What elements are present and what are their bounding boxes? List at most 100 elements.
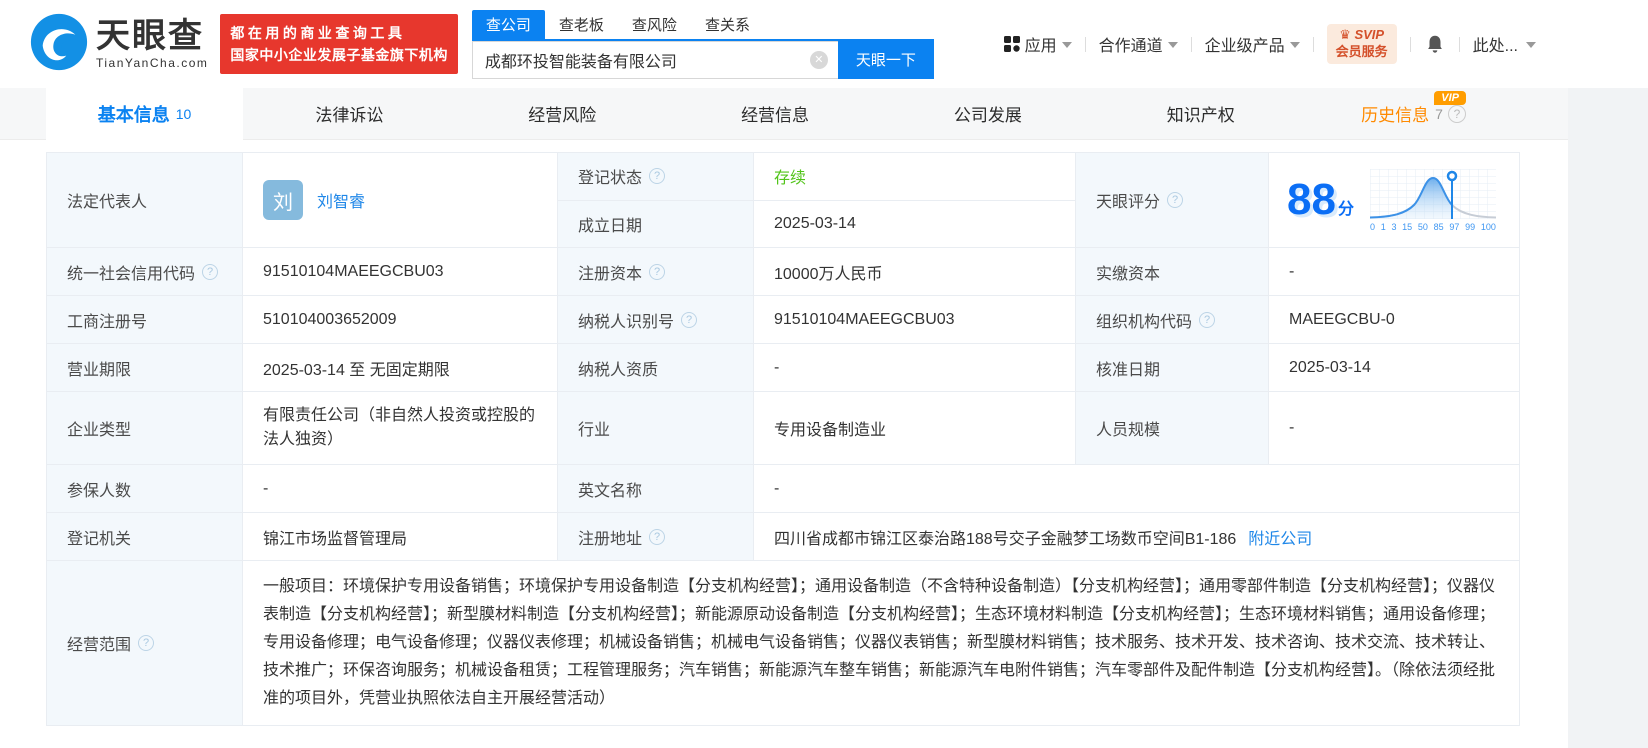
clear-search-icon[interactable]: ✕: [809, 50, 828, 69]
reg-capital-label-cell: 注册资本 ?: [558, 248, 754, 295]
legal-rep-name-link[interactable]: 刘智睿: [317, 188, 365, 212]
staff-size-label: 人员规模: [1096, 422, 1161, 439]
info-icon[interactable]: ?: [681, 311, 698, 328]
brand-slogan-banner: 都在用的商业查询工具 国家中小企业发展子基金旗下机构: [220, 13, 458, 75]
help-icon[interactable]: ?: [1447, 104, 1466, 123]
industry-label: 行业: [578, 422, 611, 439]
paid-capital-value: -: [1269, 248, 1519, 295]
info-icon[interactable]: ?: [138, 635, 155, 651]
tab-operation-risk[interactable]: 经营风险: [456, 88, 669, 139]
logo-subtitle: TianYanCha.com: [96, 56, 209, 70]
company-profile-table: 法定代表人 刘 刘智睿 登记状态 ? 存续 成立日期 2025-03-14 天眼…: [46, 152, 1520, 726]
basic-info-panel: 法定代表人 刘 刘智睿 登记状态 ? 存续 成立日期 2025-03-14 天眼…: [0, 140, 1568, 748]
credit-code-label: 统一社会信用代码: [67, 265, 196, 283]
avatar[interactable]: 刘: [263, 180, 303, 220]
table-row: 统一社会信用代码 ? 91510104MAEEGCBU03 注册资本 ? 100…: [47, 248, 1519, 296]
score-number: 88: [1287, 175, 1336, 224]
status-date-subtable: 登记状态 ? 存续 成立日期 2025-03-14: [558, 153, 1076, 247]
paid-capital-label: 实缴资本: [1096, 265, 1161, 283]
taxpayer-quality-label: 纳税人资质: [578, 361, 659, 379]
org-code-label-cell: 组织机构代码 ?: [1076, 296, 1269, 343]
tab-intellectual-property[interactable]: 知识产权: [1094, 88, 1307, 139]
nav-enterprise[interactable]: 企业级产品: [1205, 32, 1300, 56]
org-code-label: 组织机构代码: [1096, 313, 1193, 331]
reg-capital-value: 10000万人民币: [754, 248, 1076, 295]
search-input[interactable]: [471, 40, 838, 79]
nav-apps-label: 应用: [1024, 38, 1057, 55]
table-row: 企业类型 有限责任公司（非自然人投资或控股的法人独资） 行业 专用设备制造业 人…: [47, 392, 1519, 465]
business-term-label: 营业期限: [67, 361, 132, 379]
search-tab-relation[interactable]: 查关系: [691, 10, 764, 39]
tab-business-info[interactable]: 经营信息: [669, 88, 882, 139]
reg-number-label-cell: 工商注册号: [47, 296, 243, 343]
table-row: 参保人数 - 英文名称 -: [47, 465, 1519, 513]
reg-address-label: 注册地址: [578, 530, 643, 548]
user-menu[interactable]: 此处...: [1473, 32, 1536, 56]
score-distribution-chart: 0 1 3 15 50 85 97 99 100: [1369, 168, 1496, 232]
slogan-line2: 国家中小企业发展子基金旗下机构: [230, 47, 448, 63]
search-tabs: 查公司 查老板 查风险 查关系: [471, 9, 934, 41]
section-tabbar: 基本信息 10 法律诉讼 经营风险 经营信息 公司发展 知识产权 VIP 历史信…: [0, 88, 1568, 140]
info-icon[interactable]: ?: [649, 168, 666, 185]
info-icon[interactable]: ?: [649, 528, 666, 545]
slogan-line1: 都在用的商业查询工具: [230, 24, 406, 41]
nav-apps[interactable]: 应用: [1003, 32, 1072, 56]
industry-label-cell: 行业: [558, 392, 754, 464]
reg-status-value-cell: 存续: [754, 153, 1076, 200]
reg-authority-value: 锦江市场监督管理局: [243, 513, 558, 560]
score-value-cell: 88 分 0 1 3 15 50 85 97 99 100: [1269, 153, 1519, 247]
table-row: 登记机关 锦江市场监督管理局 注册地址 ? 四川省成都市锦江区泰治路188号交子…: [47, 513, 1519, 561]
tab-legal-label: 法律诉讼: [315, 106, 384, 125]
chevron-down-icon: [1167, 42, 1178, 48]
reg-number-value: 510104003652009: [243, 296, 558, 343]
legal-rep-value-cell: 刘 刘智睿: [243, 153, 558, 247]
staff-size-value: -: [1269, 392, 1519, 464]
tab-basic-info[interactable]: 基本信息 10: [46, 88, 243, 140]
svip-member-badge[interactable]: ♛ SVIP 会员服务: [1326, 24, 1397, 64]
english-name-value: -: [754, 465, 1519, 512]
business-term-value: 2025-03-14 至 无固定期限: [243, 344, 558, 391]
tianyancha-logo[interactable]: 天眼查 TianYanCha.com: [30, 13, 208, 76]
chevron-down-icon: [1061, 42, 1072, 48]
tab-legal[interactable]: 法律诉讼: [243, 88, 456, 139]
table-row: 经营范围 ? 一般项目：环境保护专用设备销售；环境保护专用设备制造【分支机构经营…: [47, 561, 1519, 725]
english-name-label-cell: 英文名称: [558, 465, 754, 512]
tab-history-info[interactable]: VIP 历史信息 7 ?: [1307, 88, 1520, 139]
business-scope-label: 经营范围: [67, 637, 132, 654]
search-button[interactable]: 天眼一下: [837, 40, 934, 79]
tab-business-info-label: 经营信息: [741, 106, 810, 125]
divider: [1312, 36, 1314, 52]
chevron-down-icon: [1526, 42, 1536, 48]
establish-date-value: 2025-03-14: [774, 214, 856, 232]
reg-address-value-cell: 四川省成都市锦江区泰治路188号交子金融梦工场数币空间B1-186 附近公司: [754, 513, 1519, 560]
reg-status-label-cell: 登记状态 ?: [558, 153, 754, 200]
score-axis-ticks: 0 1 3 15 50 85 97 99 100: [1369, 221, 1496, 232]
search-tab-company[interactable]: 查公司: [471, 9, 545, 39]
divider: [1084, 36, 1086, 52]
establish-date-value-cell: 2025-03-14: [754, 200, 1076, 247]
nav-partner[interactable]: 合作通道: [1099, 32, 1178, 56]
search-tab-boss[interactable]: 查老板: [545, 10, 618, 39]
tab-company-development[interactable]: 公司发展: [881, 88, 1094, 139]
insured-count-label: 参保人数: [67, 482, 132, 500]
table-row: 成立日期 2025-03-14: [558, 200, 1076, 247]
taxpayer-quality-value: -: [754, 344, 1076, 391]
nearby-companies-link[interactable]: 附近公司: [1248, 525, 1312, 549]
tab-basic-info-count: 10: [175, 105, 192, 122]
divider: [1458, 36, 1460, 52]
business-scope-label-cell: 经营范围 ?: [47, 561, 243, 725]
legal-rep-label-cell: 法定代表人: [47, 153, 243, 247]
tab-basic-info-label: 基本信息: [97, 104, 170, 125]
search-tab-risk[interactable]: 查风险: [618, 10, 691, 39]
company-type-label-cell: 企业类型: [47, 392, 243, 464]
info-icon[interactable]: ?: [649, 263, 666, 280]
score-unit: 分: [1337, 201, 1354, 218]
credit-code-label-cell: 统一社会信用代码 ?: [47, 248, 243, 295]
credit-code-value: 91510104MAEEGCBU03: [243, 248, 558, 295]
notification-bell-icon[interactable]: [1424, 33, 1446, 55]
info-icon[interactable]: ?: [1167, 192, 1184, 208]
info-icon[interactable]: ?: [1199, 311, 1216, 328]
reg-capital-label: 注册资本: [578, 265, 643, 283]
info-icon[interactable]: ?: [202, 263, 219, 280]
reg-address-label-cell: 注册地址 ?: [558, 513, 754, 560]
